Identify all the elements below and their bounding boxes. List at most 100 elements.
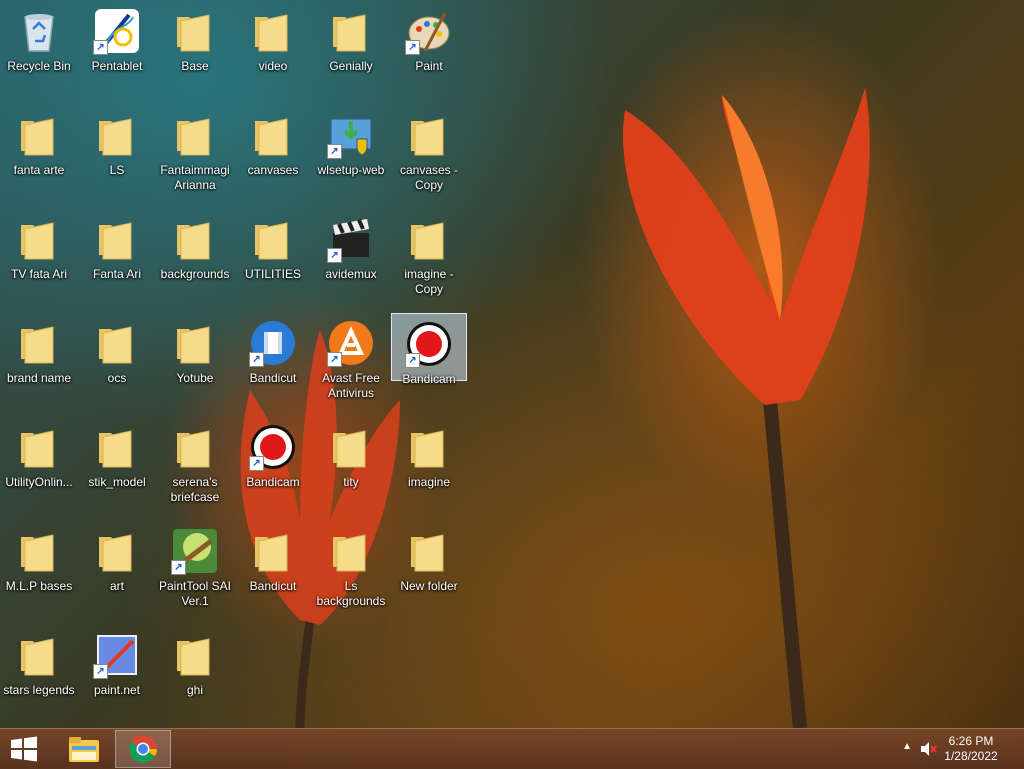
chevron-up-icon[interactable]: ▲ <box>902 741 912 752</box>
pentablet-icon: ↗ <box>93 7 141 55</box>
clapperboard-icon: ↗ <box>327 215 375 263</box>
taskbar-file-explorer[interactable] <box>56 730 112 768</box>
shortcut-arrow-icon: ↗ <box>249 352 264 367</box>
shortcut-arrow-icon: ↗ <box>327 248 342 263</box>
desktop-icon-label: Bandicam <box>402 372 456 386</box>
desktop-icon-bandicut[interactable]: ↗ Bandicut <box>235 313 311 417</box>
desktop-icon-paint[interactable]: ↗ Paint <box>391 1 467 105</box>
desktop-icon-label: UtilityOnlin... <box>5 475 73 489</box>
installer-icon: ↗ <box>327 111 375 159</box>
folder-icon <box>327 7 375 55</box>
desktop-icon-tv-fata-ari[interactable]: TV fata Ari <box>1 209 77 313</box>
desktop-icon-label: ghi <box>186 683 203 697</box>
desktop-icon-label: Paint <box>415 59 443 73</box>
avast-icon: ↗ <box>327 319 375 367</box>
folder-icon <box>249 527 297 575</box>
desktop-icon-stars-legends[interactable]: stars legends <box>1 625 77 729</box>
desktop-icon-label: Bandicut <box>249 579 297 593</box>
desktop-icon-utilities[interactable]: UTILITIES <box>235 209 311 313</box>
desktop-icon-fanta-ari[interactable]: Fanta Ari <box>79 209 155 313</box>
folder-icon <box>249 215 297 263</box>
folder-icon <box>249 7 297 55</box>
desktop-icon-label: art <box>109 579 124 593</box>
desktop-icon-paint-net[interactable]: ↗ paint.net <box>79 625 155 729</box>
desktop-icon-label: canvases <box>247 163 299 177</box>
chrome-icon <box>129 735 157 763</box>
desktop-icon-wlsetup-web[interactable]: ↗ wlsetup-web <box>313 105 389 209</box>
folder-icon <box>171 215 219 263</box>
desktop-icon-label: Yotube <box>176 371 214 385</box>
folder-icon <box>405 423 453 471</box>
desktop-icon-label: fanta arte <box>13 163 65 177</box>
folder-icon <box>93 319 141 367</box>
desktop-icon-label: wlsetup-web <box>317 163 385 177</box>
desktop-icon-m-l-p-bases[interactable]: M.L.P bases <box>1 521 77 625</box>
desktop-icon-serena-s-briefcase[interactable]: serena's briefcase <box>157 417 233 521</box>
desktop-icon-label: paint.net <box>93 683 141 697</box>
file-explorer-icon <box>69 737 99 762</box>
desktop-icon-tity[interactable]: tity <box>313 417 389 521</box>
folder-icon <box>171 319 219 367</box>
desktop-icon-fantaimmagi-arianna[interactable]: Fantaimmagi Arianna <box>157 105 233 209</box>
desktop-icon-fanta-arte[interactable]: fanta arte <box>1 105 77 209</box>
desktop-icon-base[interactable]: Base <box>157 1 233 105</box>
folder-icon <box>93 111 141 159</box>
start-button[interactable] <box>0 729 48 769</box>
desktop-icon-pentablet[interactable]: ↗ Pentablet <box>79 1 155 105</box>
folder-icon <box>93 423 141 471</box>
desktop-icon-recycle-bin[interactable]: Recycle Bin <box>1 1 77 105</box>
folder-icon <box>15 319 63 367</box>
desktop-icon-avidemux[interactable]: ↗ avidemux <box>313 209 389 313</box>
desktop-icon-avast-free-antivirus[interactable]: ↗ Avast Free Antivirus <box>313 313 389 417</box>
desktop-icon-painttool-sai-ver-1[interactable]: ↗ PaintTool SAI Ver.1 <box>157 521 233 625</box>
desktop-icon-label: Genially <box>329 59 373 73</box>
desktop-icon-imagine-copy[interactable]: imagine - Copy <box>391 209 467 313</box>
desktop-icon-label: Bandicut <box>249 371 297 385</box>
folder-icon <box>249 111 297 159</box>
desktop-icon-ocs[interactable]: ocs <box>79 313 155 417</box>
desktop-icon-imagine[interactable]: imagine <box>391 417 467 521</box>
taskbar-chrome[interactable] <box>115 730 171 768</box>
desktop-icon-yotube[interactable]: Yotube <box>157 313 233 417</box>
painttool-sai-icon: ↗ <box>171 527 219 575</box>
shortcut-arrow-icon: ↗ <box>327 144 342 159</box>
clock[interactable]: 6:26 PM 1/28/2022 <box>936 734 1006 764</box>
clock-time: 6:26 PM <box>948 734 994 748</box>
folder-icon <box>327 423 375 471</box>
desktop-icon-bandicut[interactable]: Bandicut <box>235 521 311 625</box>
shortcut-arrow-icon: ↗ <box>405 353 420 368</box>
desktop-icon-genially[interactable]: Genially <box>313 1 389 105</box>
folder-icon <box>171 7 219 55</box>
desktop-icon-brand-name[interactable]: brand name <box>1 313 77 417</box>
paintnet-icon: ↗ <box>93 631 141 679</box>
desktop-icon-label: Bandicam <box>246 475 300 489</box>
shortcut-arrow-icon: ↗ <box>405 40 420 55</box>
desktop-icon-art[interactable]: art <box>79 521 155 625</box>
desktop-icon-label: Pentablet <box>91 59 143 73</box>
desktop-icon-utilityonlin[interactable]: UtilityOnlin... <box>1 417 77 521</box>
desktop-icon-stik-model[interactable]: stik_model <box>79 417 155 521</box>
desktop-icon-ls-backgrounds[interactable]: Ls backgrounds <box>313 521 389 625</box>
desktop-icon-ls[interactable]: LS <box>79 105 155 209</box>
desktop-icon-label: Ls backgrounds <box>316 579 386 608</box>
desktop-icon-new-folder[interactable]: New folder <box>391 521 467 625</box>
desktop-icon-bandicam[interactable]: ↗ Bandicam <box>235 417 311 521</box>
desktop-icon-label: New folder <box>400 579 458 593</box>
desktop-icon-label: Fantaimmagi Arianna <box>160 163 230 192</box>
folder-icon <box>405 527 453 575</box>
folder-icon <box>15 111 63 159</box>
desktop-icon-bandicam[interactable]: ↗ Bandicam <box>391 313 467 386</box>
folder-icon <box>171 631 219 679</box>
desktop-icon-label: video <box>258 59 288 73</box>
desktop-icon-backgrounds[interactable]: backgrounds <box>157 209 233 313</box>
desktop-icon-label: avidemux <box>325 267 377 281</box>
desktop-icon-video[interactable]: video <box>235 1 311 105</box>
folder-icon <box>171 423 219 471</box>
desktop-icon-ghi[interactable]: ghi <box>157 625 233 729</box>
desktop-icon-label: backgrounds <box>160 267 230 281</box>
desktop-icon-label: stars legends <box>3 683 75 697</box>
folder-icon <box>405 215 453 263</box>
desktop-icon-canvases-copy[interactable]: canvases - Copy <box>391 105 467 209</box>
desktop-icon-label: serena's briefcase <box>170 475 220 504</box>
desktop-icon-canvases[interactable]: canvases <box>235 105 311 209</box>
